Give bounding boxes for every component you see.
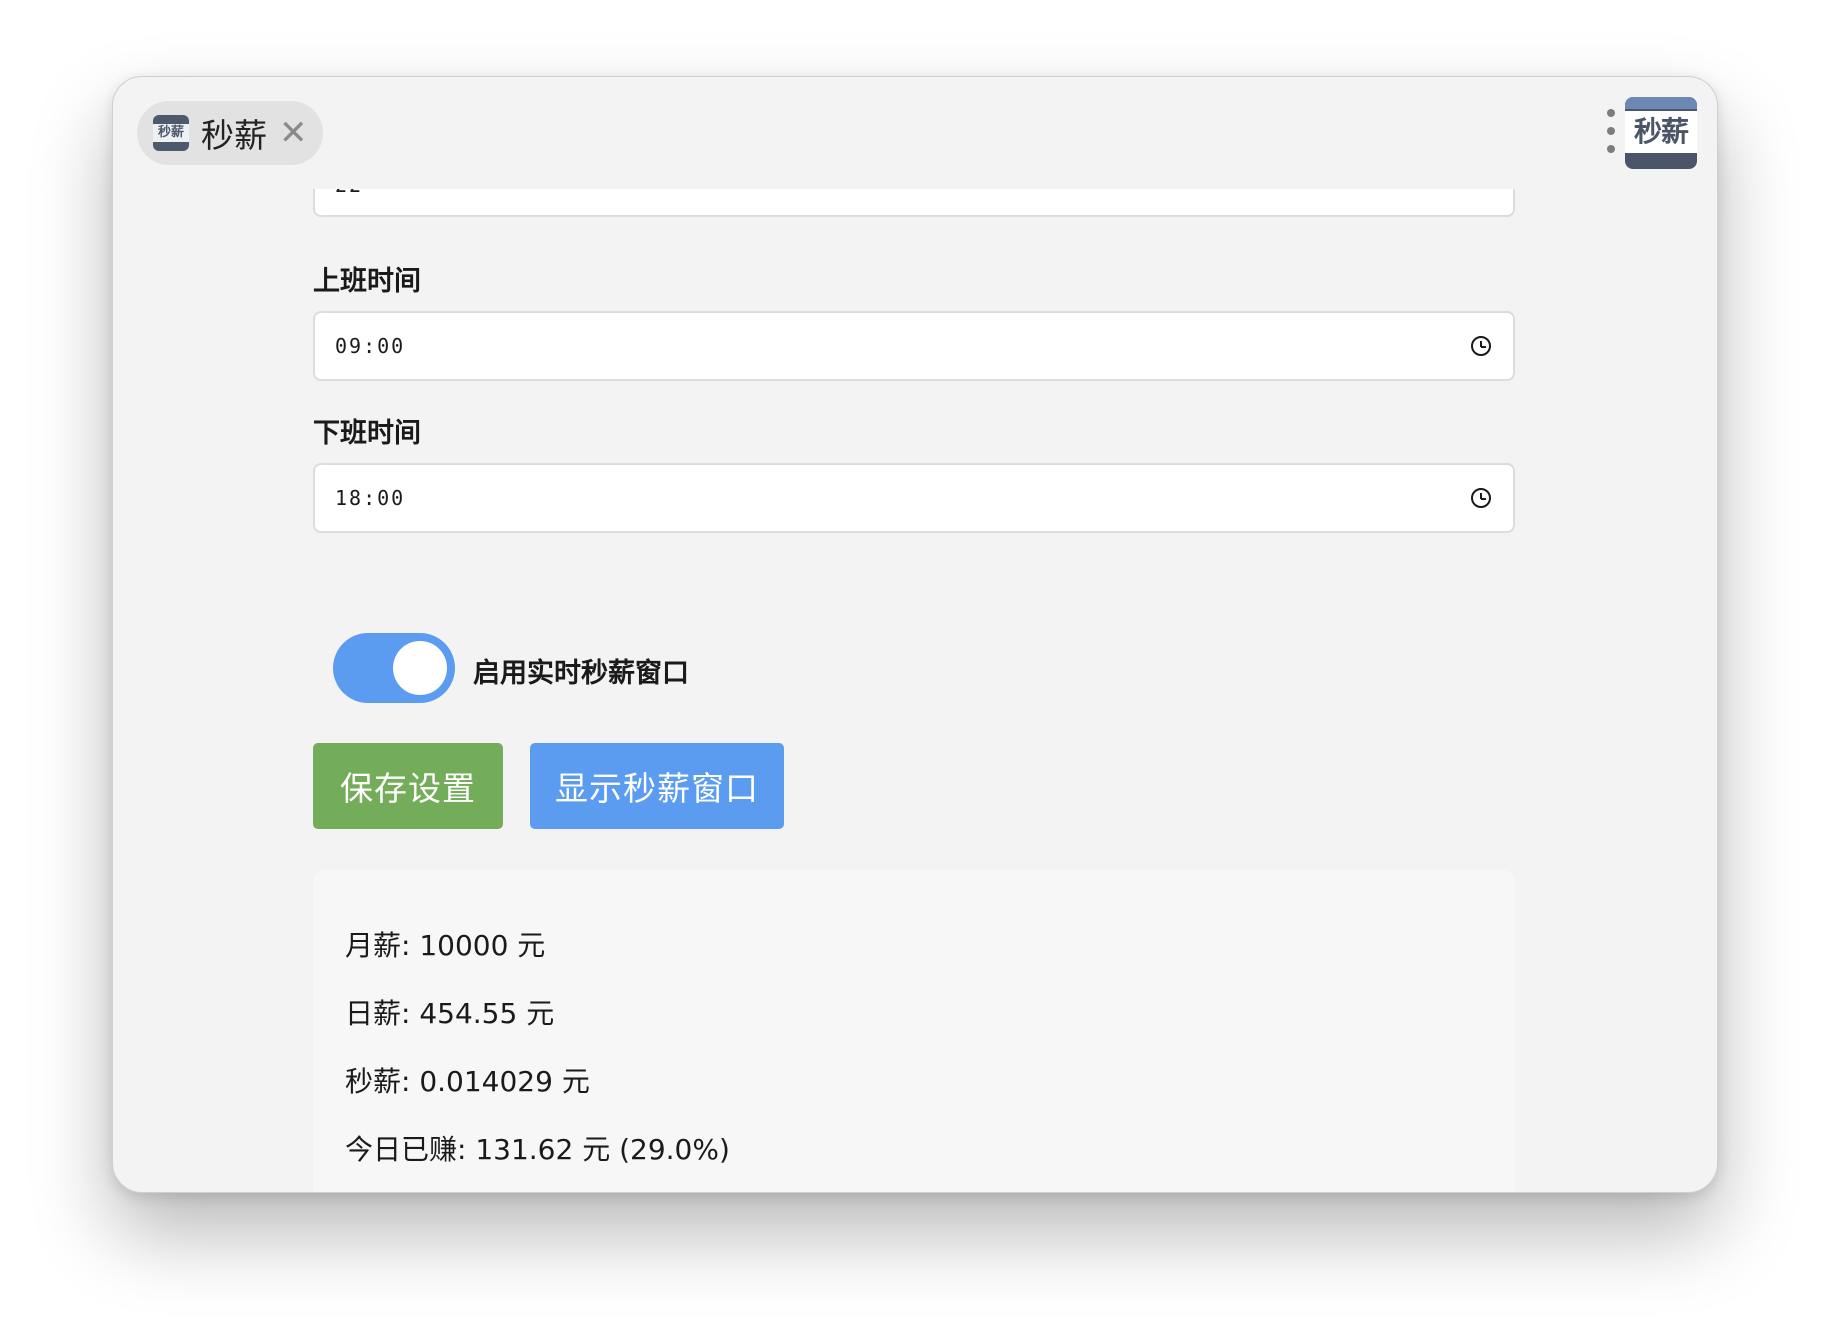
earned-today: 今日已赚: 131.62 元 (29.0%) (345, 1133, 730, 1166)
app-tab[interactable]: 秒薪 秒薪 ✕ (137, 101, 323, 165)
clock-icon[interactable] (1471, 336, 1491, 356)
work-days-value: 22 (335, 189, 363, 197)
realtime-window-toggle[interactable] (333, 633, 455, 703)
start-time-value: 09:00 (335, 334, 406, 358)
end-time-label: 下班时间 (313, 418, 421, 449)
app-tab-icon-text: 秒薪 (157, 125, 184, 140)
app-window: 秒薪 秒薪 ✕ 秒薪 22 上班时间 09:00 下班时间 18:00 启用实时… (112, 76, 1718, 1193)
clock-icon[interactable] (1471, 488, 1491, 508)
app-logo-text: 秒薪 (1633, 115, 1689, 148)
tab-title: 秒薪 (201, 116, 267, 155)
start-time-input[interactable]: 09:00 (313, 311, 1515, 381)
monthly-salary: 月薪: 10000 元 (345, 929, 546, 962)
toggle-knob (393, 641, 447, 695)
start-time-label: 上班时间 (313, 266, 421, 297)
app-logo: 秒薪 (1625, 97, 1697, 169)
per-second-salary: 秒薪: 0.014029 元 (345, 1065, 590, 1098)
close-icon[interactable]: ✕ (279, 116, 308, 150)
settings-form: 22 上班时间 09:00 下班时间 18:00 启用实时秒薪窗口 保存设置 显… (113, 189, 1717, 1192)
show-window-button[interactable]: 显示秒薪窗口 (530, 743, 784, 829)
save-settings-button[interactable]: 保存设置 (313, 743, 503, 829)
end-time-input[interactable]: 18:00 (313, 463, 1515, 533)
work-days-input[interactable]: 22 (313, 189, 1515, 217)
app-tab-icon: 秒薪 (153, 115, 189, 151)
more-options-icon[interactable] (1603, 109, 1619, 153)
toggle-label: 启用实时秒薪窗口 (473, 658, 689, 689)
daily-salary: 日薪: 454.55 元 (345, 997, 555, 1030)
salary-summary: 月薪: 10000 元 日薪: 454.55 元 秒薪: 0.014029 元 … (313, 870, 1515, 1192)
end-time-value: 18:00 (335, 486, 406, 510)
